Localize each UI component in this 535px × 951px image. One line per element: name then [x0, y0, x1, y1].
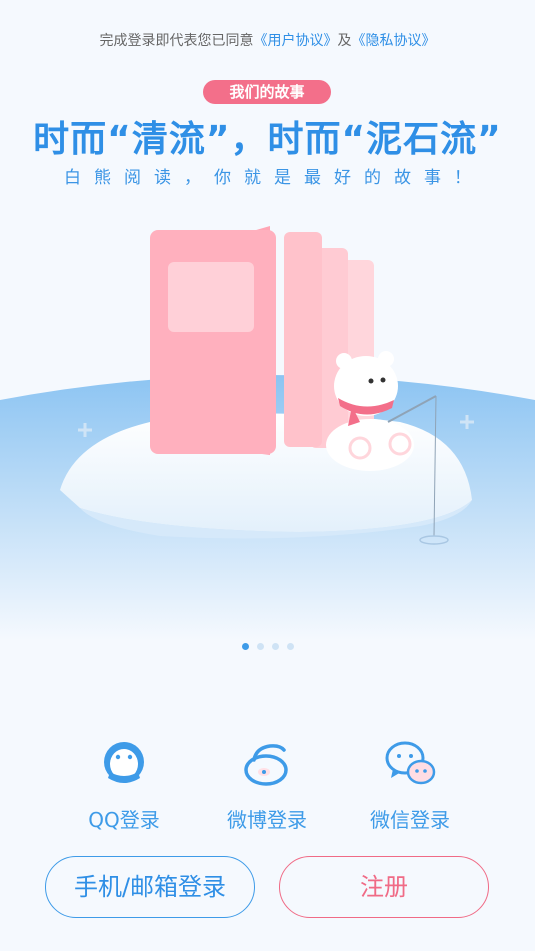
- agreement-conjunction: 及: [337, 33, 352, 49]
- carousel-indicator: [0, 643, 535, 650]
- story-badge: 我们的故事: [203, 80, 331, 104]
- wechat-icon: [385, 741, 436, 785]
- user-agreement-link[interactable]: 《用户协议》: [254, 33, 338, 49]
- agreement-prefix: 完成登录即代表您已同意: [99, 33, 254, 49]
- wechat-login-button[interactable]: 微信登录: [355, 738, 465, 833]
- qq-login-label: QQ登录: [88, 808, 160, 832]
- carousel-dot[interactable]: [271, 643, 279, 650]
- carousel-dot[interactable]: [256, 643, 264, 650]
- polar-bear-illustration: [0, 226, 535, 640]
- story-subline: 白熊阅读，你就是最好的故事！: [64, 168, 484, 188]
- weibo-login-button[interactable]: 微博登录: [212, 738, 322, 833]
- wechat-login-label: 微信登录: [370, 808, 450, 832]
- book-stack: [150, 226, 374, 455]
- register-button[interactable]: 注册: [279, 856, 489, 918]
- carousel-dot[interactable]: [286, 643, 294, 650]
- qq-login-button[interactable]: QQ登录: [69, 738, 179, 833]
- privacy-agreement-link[interactable]: 《隐私协议》: [352, 33, 436, 49]
- story-headline: 时而“清流”，时而“泥石流”: [33, 119, 502, 160]
- qq-icon: [104, 742, 144, 783]
- weibo-icon: [244, 744, 288, 786]
- carousel-dot[interactable]: [241, 643, 249, 650]
- weibo-login-label: 微博登录: [227, 808, 307, 832]
- phone-email-login-button[interactable]: 手机/邮箱登录: [45, 856, 255, 918]
- agreement-text: 完成登录即代表您已同意《用户协议》及《隐私协议》: [0, 30, 535, 50]
